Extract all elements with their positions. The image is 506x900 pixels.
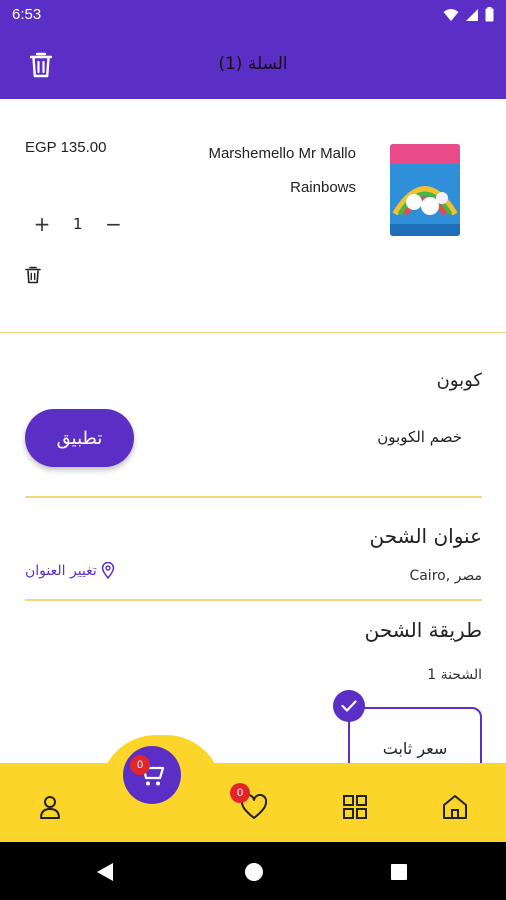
product-image (390, 144, 460, 236)
section-divider (25, 496, 482, 498)
shipping-method-title: طريقة الشحن (364, 618, 482, 642)
coupon-title: كوبون (436, 370, 482, 391)
status-bar: 6:53 (0, 0, 506, 32)
shipment-label: الشحنة 1 (427, 667, 482, 683)
remove-item-trash-icon[interactable] (25, 266, 41, 284)
apply-coupon-button[interactable]: تطبيق (25, 409, 134, 467)
change-address-label: تغيير العنوان (25, 562, 97, 579)
recents-icon[interactable] (390, 863, 408, 881)
change-address-link[interactable]: تغيير العنوان (25, 562, 115, 579)
status-icons (443, 7, 494, 22)
quantity-value: 1 (73, 215, 83, 233)
location-pin-icon (101, 562, 115, 579)
coupon-discount-input[interactable]: خصم الكوبون (377, 428, 462, 446)
flat-rate-label: سعر ثابت (382, 739, 448, 758)
wishlist-count-badge: 0 (230, 783, 250, 803)
battery-icon (485, 7, 494, 22)
section-divider (25, 599, 482, 601)
quantity-stepper: + 1 − (33, 212, 123, 236)
item-price: EGP 135.00 (25, 139, 107, 156)
cart-screen: 6:53 السلة (1) EGP 135.00 Marshemello Mr… (0, 0, 506, 900)
app-bar: السلة (1) (0, 32, 506, 99)
decrease-quantity-button[interactable]: − (105, 212, 123, 236)
home-system-icon[interactable] (244, 862, 264, 882)
home-icon[interactable] (442, 794, 468, 820)
signal-icon (466, 8, 478, 21)
page-title: السلة (1) (218, 54, 288, 74)
wifi-icon (443, 8, 459, 21)
selected-check-icon (333, 690, 365, 722)
shipping-address-title: عنوان الشحن (369, 524, 482, 548)
categories-grid-icon[interactable] (342, 794, 368, 820)
cart-nav-button[interactable] (123, 746, 181, 804)
cart-count-badge: 0 (130, 755, 150, 775)
profile-icon[interactable] (38, 794, 62, 820)
cart-item: EGP 135.00 Marshemello Mr Mallo Rainbows… (0, 99, 506, 333)
back-icon[interactable] (96, 862, 114, 882)
system-navigation-bar (0, 842, 506, 900)
item-name: Marshemello Mr Mallo Rainbows (208, 145, 356, 196)
increase-quantity-button[interactable]: + (33, 212, 51, 236)
shipping-address-value: Cairo, مصر (409, 568, 482, 584)
status-time: 6:53 (12, 6, 42, 23)
